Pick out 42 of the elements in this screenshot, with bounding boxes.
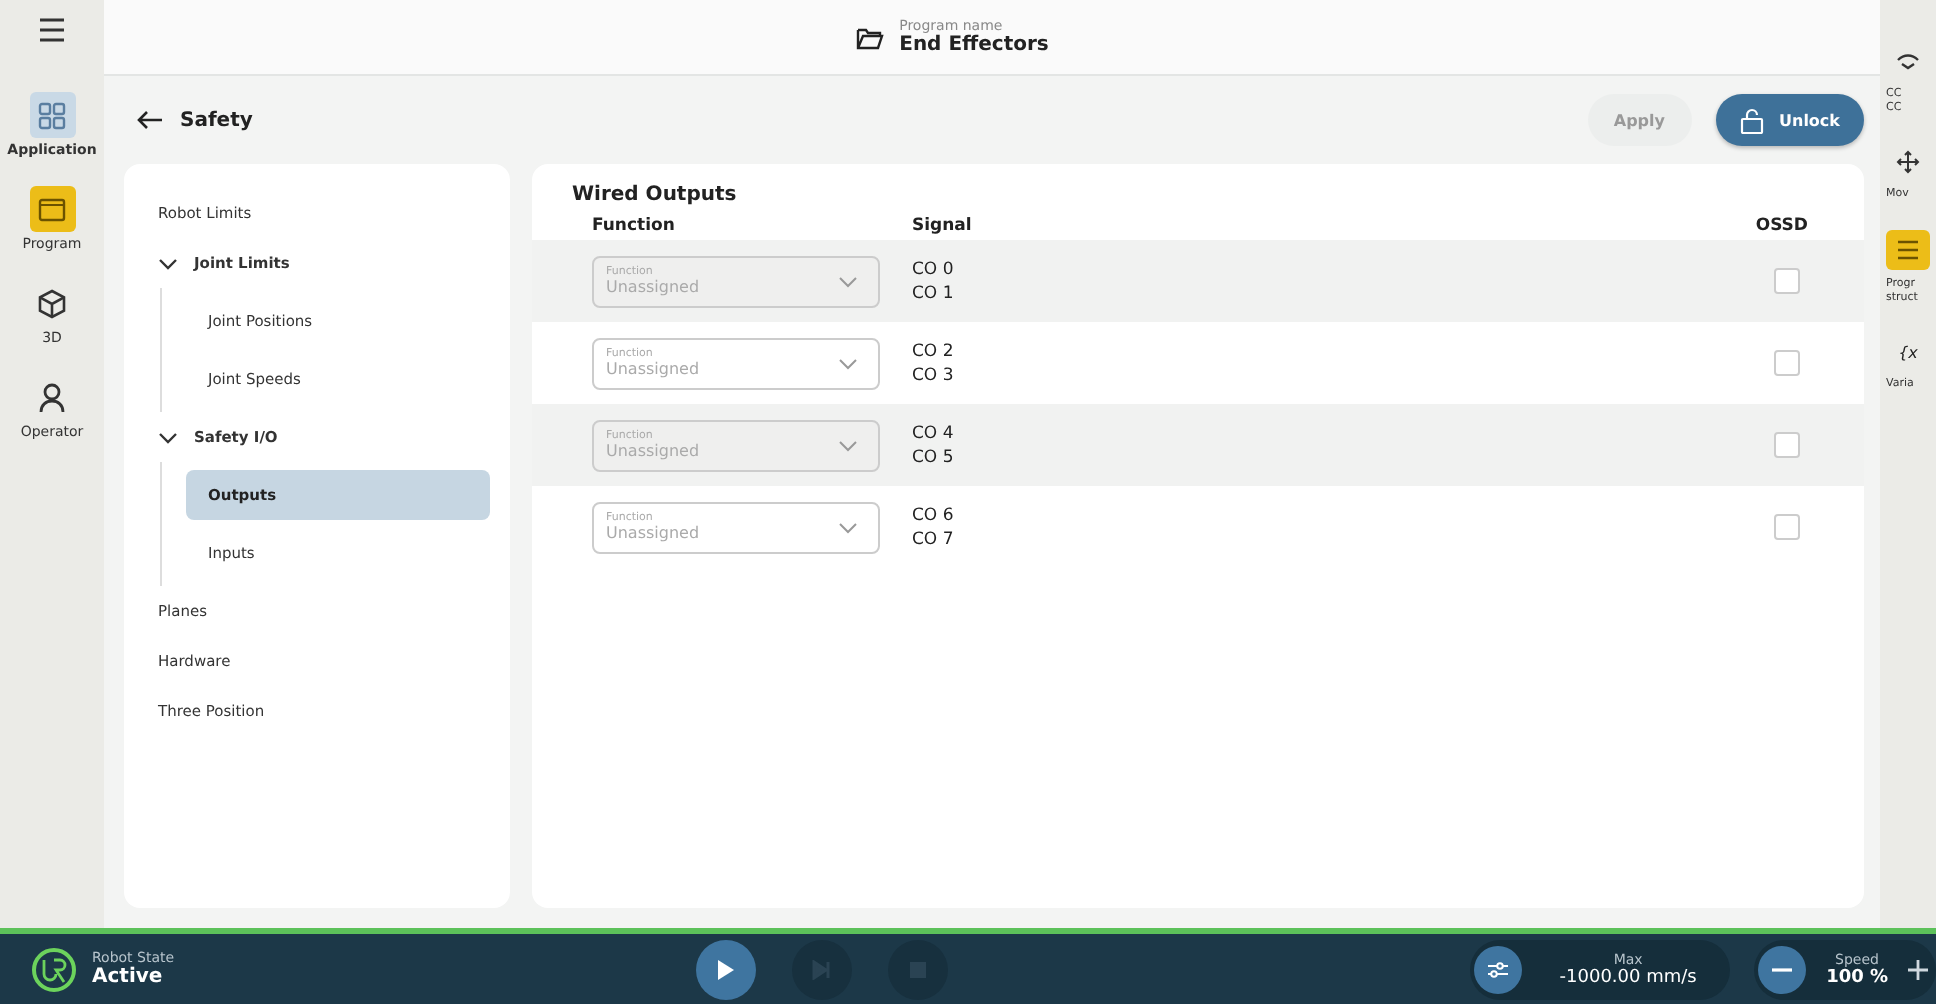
section-title: Wired Outputs <box>572 184 739 206</box>
move-icon <box>1896 150 1920 174</box>
chevron-icon <box>838 357 858 369</box>
column-header: Signal <box>912 216 974 236</box>
signal-label: CO 3 <box>912 363 956 387</box>
signal-label: CO 7 <box>912 527 956 551</box>
column-header: Function <box>592 216 677 236</box>
plus-icon[interactable] <box>1908 959 1928 979</box>
play-button[interactable] <box>696 939 757 999</box>
chevron-icon <box>838 439 858 451</box>
page-title: Safety <box>180 109 253 131</box>
signal-label: CO 4 <box>912 421 956 445</box>
logo-icon <box>32 947 76 991</box>
sliders-icon <box>1486 959 1511 979</box>
list-icon <box>1896 240 1920 260</box>
signal-label: CO 5 <box>912 445 956 469</box>
signal-label: CO 2 <box>912 339 956 363</box>
robot-state: Active <box>92 966 165 988</box>
cube-icon <box>36 287 68 319</box>
column-header: OSSD <box>1753 216 1810 236</box>
folder-icon <box>855 25 884 49</box>
speed-value: 100 % <box>1826 967 1888 987</box>
window-icon <box>38 197 66 221</box>
signal-label: CO 0 <box>912 257 956 281</box>
unlock-icon <box>1739 107 1763 133</box>
play-icon <box>716 957 737 981</box>
variable-icon: {x <box>1898 343 1918 361</box>
unlock-button[interactable]: Unlock <box>1715 94 1864 146</box>
decrease-button[interactable] <box>1758 945 1807 993</box>
back-arrow-icon[interactable] <box>136 110 164 130</box>
menu-icon[interactable] <box>38 18 66 42</box>
chevron-icon <box>838 275 858 287</box>
signal-label: CO 6 <box>912 503 956 527</box>
program-name: End Effectors <box>899 34 1049 56</box>
tool-icon <box>1896 54 1920 70</box>
person-icon <box>38 381 66 413</box>
grid-icon <box>38 101 66 129</box>
signal-label: CO 1 <box>912 281 956 305</box>
chevron-icon <box>158 431 178 443</box>
minus-icon <box>1772 967 1793 971</box>
chevron-icon <box>838 521 858 533</box>
chevron-icon <box>158 257 178 269</box>
